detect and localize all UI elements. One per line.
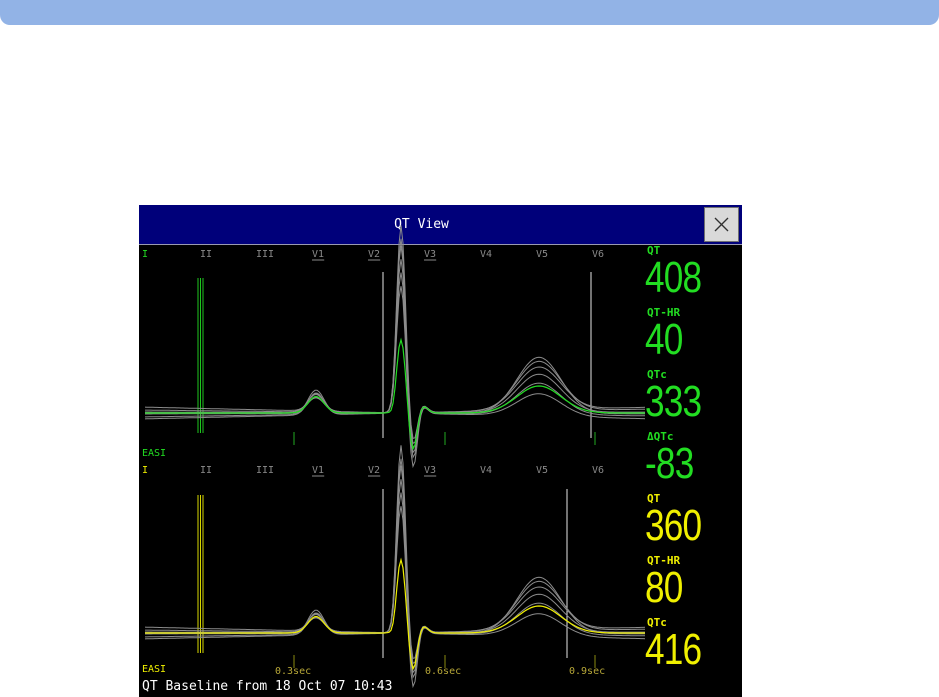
- time-marker-label: 0.6sec: [425, 666, 461, 677]
- lead-trace-gray: [144, 225, 645, 440]
- lead-label-v6: V6: [592, 249, 604, 260]
- lead-trace-gray: [144, 506, 645, 689]
- lead-label-iii: III: [256, 465, 274, 476]
- close-button[interactable]: [704, 207, 739, 242]
- lead-mode-label: EASI: [142, 448, 166, 459]
- lead-label-v5: V5: [536, 465, 548, 476]
- lead-label-v4: V4: [480, 465, 492, 476]
- lead-label-i: I: [142, 249, 148, 260]
- lead-label-v6: V6: [592, 465, 604, 476]
- header-strip: [0, 0, 939, 25]
- reading-value: 40: [645, 315, 683, 364]
- lead-trace-gray: [144, 445, 645, 660]
- lead-label-v3: V3: [424, 249, 436, 260]
- time-marker-label: 0.3sec: [275, 666, 311, 677]
- lead-label-iii: III: [256, 249, 274, 260]
- time-marker-label: 0.9sec: [569, 666, 605, 677]
- lead-trace-gray: [145, 259, 645, 454]
- lead-label-v2: V2: [368, 249, 380, 260]
- lead-trace-gray: [145, 479, 645, 674]
- reading-value: 416: [645, 625, 702, 674]
- lead-label-i: I: [142, 465, 148, 476]
- readings-column: QT 408 QT-HR 40 QTc 333 ΔQTc -83 QT 360 …: [645, 245, 742, 697]
- lead-label-v2: V2: [368, 465, 380, 476]
- lead-mode-label: EASI: [142, 664, 166, 675]
- lead-label-v3: V3: [424, 465, 436, 476]
- qt-view-window: QT View I II III V1 V2 V3 V4 V5 V6 EASI I II III V1 V2…: [139, 205, 742, 697]
- reading-value: 80: [645, 563, 683, 612]
- baseline-info-text: QT Baseline from 18 Oct 07 10:43: [142, 679, 393, 694]
- lead-label-v5: V5: [536, 249, 548, 260]
- reading-value: -83: [645, 439, 694, 488]
- lead-label-v1: V1: [312, 465, 324, 476]
- lead-label-ii: II: [200, 465, 212, 476]
- lead-trace-gray: [144, 286, 645, 469]
- ecg-waveform-area: I II III V1 V2 V3 V4 V5 V6EASII II III V1 V2 V3 V4 V5 V6…: [142, 225, 645, 689]
- reading-value: 333: [645, 377, 702, 426]
- reading-value: 360: [645, 501, 702, 550]
- reading-value: 408: [645, 253, 702, 302]
- lead-label-v1: V1: [312, 249, 324, 260]
- close-x-icon: [714, 217, 729, 232]
- lead-label-ii: II: [200, 249, 212, 260]
- lead-label-v4: V4: [480, 249, 492, 260]
